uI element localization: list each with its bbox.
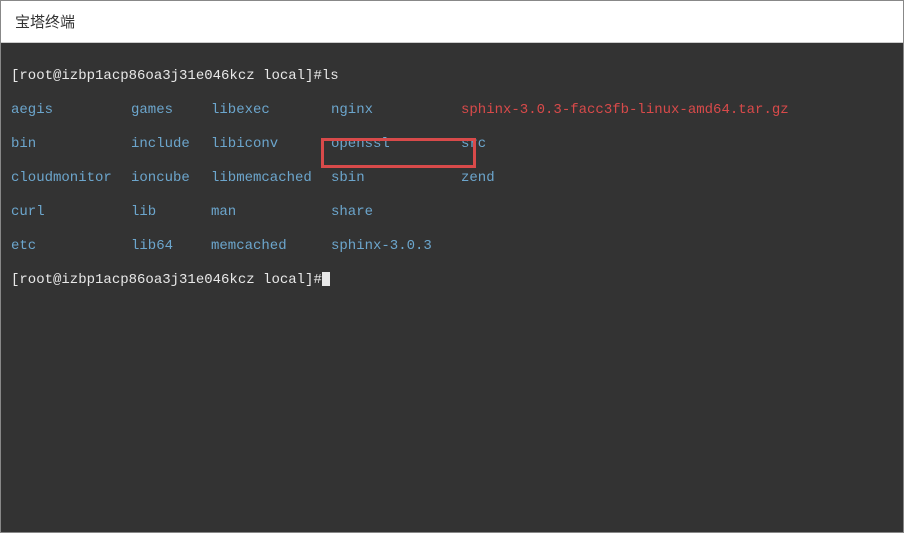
dir-entry: sphinx-3.0.3 xyxy=(331,238,461,255)
dir-entry: bin xyxy=(11,136,131,153)
terminal-area[interactable]: [root@izbp1acp86oa3j31e046kcz local]# ls… xyxy=(1,43,903,532)
prompt-line-2: [root@izbp1acp86oa3j31e046kcz local]# xyxy=(11,272,893,289)
dir-entry: libexec xyxy=(211,102,331,119)
dir-entry: man xyxy=(211,204,331,221)
dir-entry: zend xyxy=(461,170,495,187)
prompt: [root@izbp1acp86oa3j31e046kcz local]# xyxy=(11,272,322,289)
file-entry: sphinx-3.0.3-facc3fb-linux-amd64.tar.gz xyxy=(461,102,789,119)
titlebar: 宝塔终端 xyxy=(1,1,903,43)
ls-row-3: curllibmanshare xyxy=(11,204,893,221)
ls-row-2: cloudmonitorioncubelibmemcachedsbinzend xyxy=(11,170,893,187)
dir-entry: libmemcached xyxy=(211,170,331,187)
window-title: 宝塔终端 xyxy=(15,14,75,31)
cursor-icon xyxy=(322,272,330,286)
dir-entry: ioncube xyxy=(131,170,211,187)
prompt-line-1: [root@izbp1acp86oa3j31e046kcz local]# ls xyxy=(11,68,893,85)
dir-entry: games xyxy=(131,102,211,119)
ls-row-0: aegisgameslibexecnginxsphinx-3.0.3-facc3… xyxy=(11,102,893,119)
dir-entry: curl xyxy=(11,204,131,221)
ls-row-1: binincludelibiconvopensslsrc xyxy=(11,136,893,153)
dir-entry: nginx xyxy=(331,102,461,119)
prompt: [root@izbp1acp86oa3j31e046kcz local]# xyxy=(11,68,322,85)
dir-entry: lib64 xyxy=(131,238,211,255)
dir-entry: sbin xyxy=(331,170,461,187)
ls-row-4: etclib64memcachedsphinx-3.0.3 xyxy=(11,238,893,255)
dir-entry: aegis xyxy=(11,102,131,119)
dir-entry: openssl xyxy=(331,136,461,153)
dir-entry: cloudmonitor xyxy=(11,170,131,187)
command: ls xyxy=(322,68,339,85)
dir-entry: libiconv xyxy=(211,136,331,153)
dir-entry: lib xyxy=(131,204,211,221)
dir-entry: memcached xyxy=(211,238,331,255)
dir-entry: include xyxy=(131,136,211,153)
dir-entry: src xyxy=(461,136,486,153)
dir-entry: share xyxy=(331,204,461,221)
dir-entry: etc xyxy=(11,238,131,255)
